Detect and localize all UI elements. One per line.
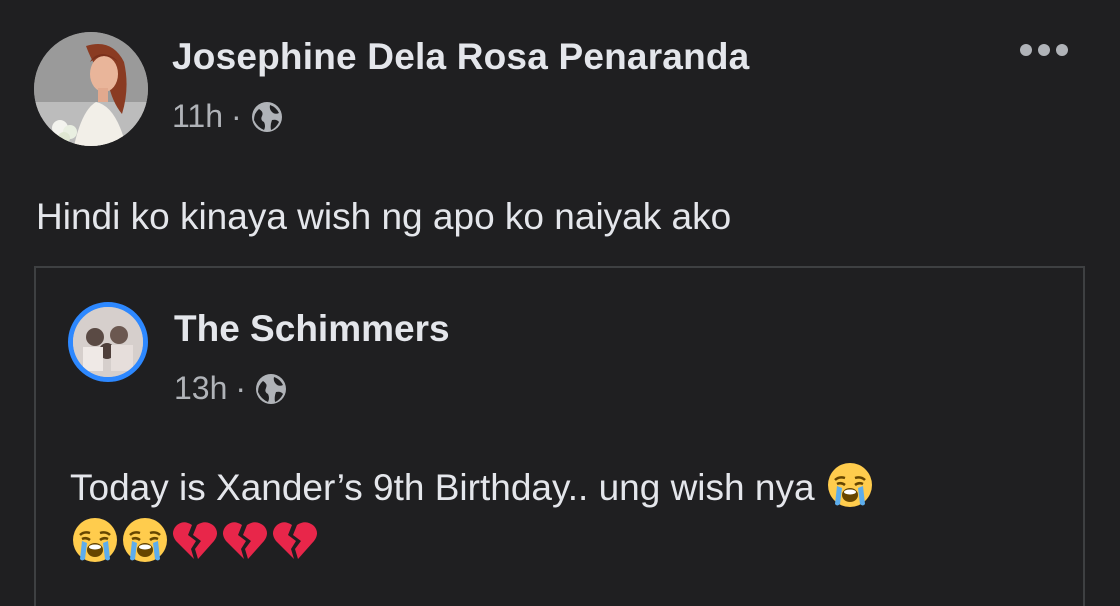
post-time[interactable]: 11h [172, 98, 223, 135]
shared-author-avatar[interactable] [68, 302, 148, 382]
post-meta: 11h · [172, 98, 284, 135]
meta-separator: · [235, 370, 247, 406]
crying-face-emoji [825, 460, 875, 510]
more-dot [1056, 44, 1068, 56]
globe-icon[interactable] [250, 100, 284, 134]
shared-post-meta: 13h · [174, 370, 288, 407]
shared-post-text-body: Today is Xander’s 9th Birthday.. ung wis… [70, 467, 815, 508]
more-dot [1020, 44, 1032, 56]
globe-icon[interactable] [254, 372, 288, 406]
broken-heart-emoji [270, 515, 320, 565]
post-text: Hindi ko kinaya wish ng apo ko naiyak ak… [36, 196, 732, 237]
shared-post-card[interactable]: The Schimmers 13h · Today is Xander’s 9t… [34, 266, 1085, 606]
author-name[interactable]: Josephine Dela Rosa Penaranda [172, 36, 749, 78]
author-avatar[interactable] [34, 32, 148, 146]
more-options-icon[interactable] [1020, 44, 1068, 56]
shared-post-text: Today is Xander’s 9th Birthday.. ung wis… [70, 460, 1060, 570]
facebook-post: Josephine Dela Rosa Penaranda 11h · Hind… [0, 0, 1120, 606]
shared-author-name[interactable]: The Schimmers [174, 308, 450, 350]
shared-post-time[interactable]: 13h [174, 370, 227, 407]
broken-heart-emoji [220, 515, 270, 565]
more-dot [1038, 44, 1050, 56]
meta-separator: · [231, 98, 242, 134]
crying-face-emoji [120, 515, 170, 565]
crying-face-emoji [70, 515, 120, 565]
broken-heart-emoji [170, 515, 220, 565]
